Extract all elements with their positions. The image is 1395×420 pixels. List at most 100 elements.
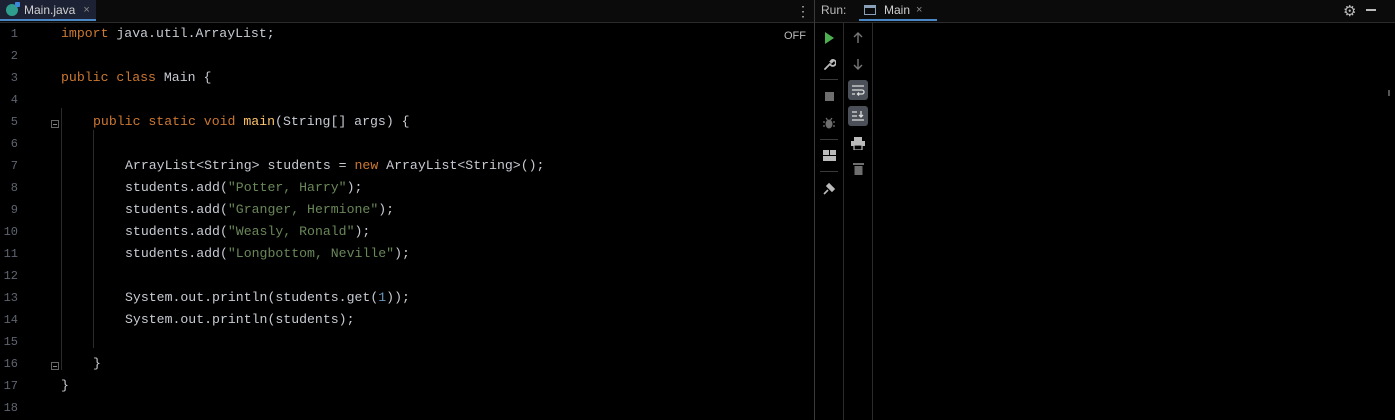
close-icon[interactable]: × (83, 4, 89, 16)
toolbar-separator (820, 139, 838, 140)
run-toolbar-secondary (844, 23, 873, 420)
stop-icon (824, 91, 834, 101)
stop-button[interactable] (819, 86, 839, 106)
rerun-button[interactable] (819, 28, 839, 48)
layout-icon (822, 149, 836, 161)
arrow-down-icon (853, 59, 863, 70)
console-scrollbar[interactable] (1388, 90, 1390, 96)
run-settings-button[interactable] (819, 54, 839, 74)
print-icon (851, 136, 865, 150)
line-number: 15 (3, 335, 18, 349)
arrow-up-icon (853, 32, 863, 43)
code-text: ); (346, 180, 363, 195)
console-icon (864, 4, 876, 15)
code-text: ); (394, 246, 410, 261)
code-text: students.add( (125, 180, 228, 195)
line-number: 7 (10, 159, 18, 173)
keyword: public (61, 70, 109, 85)
scroll-to-end-icon (852, 111, 864, 121)
toolbar-separator (820, 79, 838, 80)
pin-icon (822, 182, 835, 195)
run-tab-main[interactable]: Main × (859, 0, 937, 21)
code-line-7: ArrayList<String> students = new ArrayLi… (125, 155, 544, 177)
code-text: ); (354, 224, 371, 239)
line-number: 18 (3, 401, 18, 415)
string-literal: "Potter, Harry" (227, 180, 347, 195)
toolbar-separator (820, 171, 838, 172)
code-text: ArrayList<String>(); (378, 158, 545, 173)
soft-wrap-toggle[interactable] (848, 80, 868, 100)
line-number: 8 (10, 181, 18, 195)
code-line-9: students.add("Granger, Hermione"); (125, 199, 394, 221)
keyword: static (140, 114, 196, 129)
code-line-14: System.out.println(students); (125, 312, 355, 327)
inspection-toggle[interactable]: OFF (784, 30, 806, 42)
clear-all-button[interactable] (848, 158, 868, 178)
code-area[interactable]: import java.util.ArrayList; public class… (61, 23, 801, 420)
close-icon[interactable]: × (916, 4, 922, 16)
line-number: 6 (10, 137, 18, 151)
line-number: 14 (3, 313, 18, 327)
keyword: import (61, 26, 109, 41)
line-number: 16 (3, 357, 18, 371)
run-label: Run: (821, 3, 847, 17)
code-text: students.add( (125, 202, 228, 217)
pin-tab-button[interactable] (819, 178, 839, 198)
code-text: System.out.println(students.get( (125, 290, 379, 305)
keyword: void (195, 114, 236, 129)
line-number: 4 (10, 93, 18, 107)
code-text: ); (378, 202, 395, 217)
gear-icon[interactable]: ⚙ (1343, 2, 1356, 20)
trash-icon (852, 162, 864, 175)
line-number: 13 (3, 291, 18, 305)
string-literal: "Granger, Hermione" (227, 202, 379, 217)
keyword: public (93, 114, 141, 129)
fold-collapse-icon[interactable] (51, 120, 59, 128)
code-text: students.add( (125, 224, 228, 239)
code-line-8: students.add("Potter, Harry"); (125, 177, 362, 199)
number-literal: 1 (378, 290, 387, 305)
more-options-icon[interactable]: ⋮ (796, 2, 810, 20)
layout-button[interactable] (819, 145, 839, 165)
debug-button[interactable] (819, 113, 839, 133)
line-number: 17 (3, 379, 18, 393)
wrench-icon (823, 58, 836, 70)
keyword: class (108, 70, 156, 85)
java-file-icon (6, 1, 20, 16)
editor-tab-bar: Main.java × ⋮ (0, 0, 814, 23)
run-pane: Run: Main × ⚙ (815, 0, 1395, 420)
editor-tab-label: Main.java (24, 2, 76, 17)
line-number: 5 (10, 115, 18, 129)
scroll-to-end-toggle[interactable] (848, 106, 868, 126)
code-text: Main { (155, 70, 212, 85)
code-line-17: } (61, 378, 69, 393)
code-text: students.add( (125, 246, 228, 261)
line-number: 2 (10, 49, 18, 63)
function-name: main (235, 114, 276, 129)
next-occurrence-button[interactable] (848, 54, 868, 74)
code-text: (String[] args) { (275, 114, 410, 129)
soft-wrap-icon (852, 85, 865, 96)
code-text: ArrayList<String> students = (125, 158, 355, 173)
minimize-icon[interactable] (1366, 9, 1376, 11)
line-number: 10 (3, 225, 18, 239)
run-tab-label: Main (884, 2, 911, 17)
run-tab-bar: Run: Main × ⚙ (815, 0, 1395, 23)
play-icon (824, 32, 834, 44)
editor-tab-main-java[interactable]: Main.java × (0, 0, 96, 21)
keyword: new (354, 158, 379, 173)
code-line-5: public static void main(String[] args) { (93, 111, 410, 133)
code-line-3: public class Main { (61, 67, 211, 89)
line-number: 9 (10, 203, 18, 217)
previous-occurrence-button[interactable] (848, 28, 868, 48)
code-line-16: } (93, 356, 101, 371)
code-line-1: import java.util.ArrayList; (61, 23, 275, 45)
line-number: 3 (10, 71, 18, 85)
line-number: 1 (10, 27, 18, 41)
code-line-10: students.add("Weasly, Ronald"); (125, 221, 370, 243)
code-line-11: students.add("Longbottom, Neville"); (125, 243, 410, 265)
line-number-gutter: 1 2 3 4 5 6 7 8 9 10 11 12 13 14 15 16 1… (0, 23, 59, 420)
print-button[interactable] (848, 133, 868, 153)
fold-collapse-icon[interactable] (51, 362, 59, 370)
bug-icon (823, 117, 835, 129)
